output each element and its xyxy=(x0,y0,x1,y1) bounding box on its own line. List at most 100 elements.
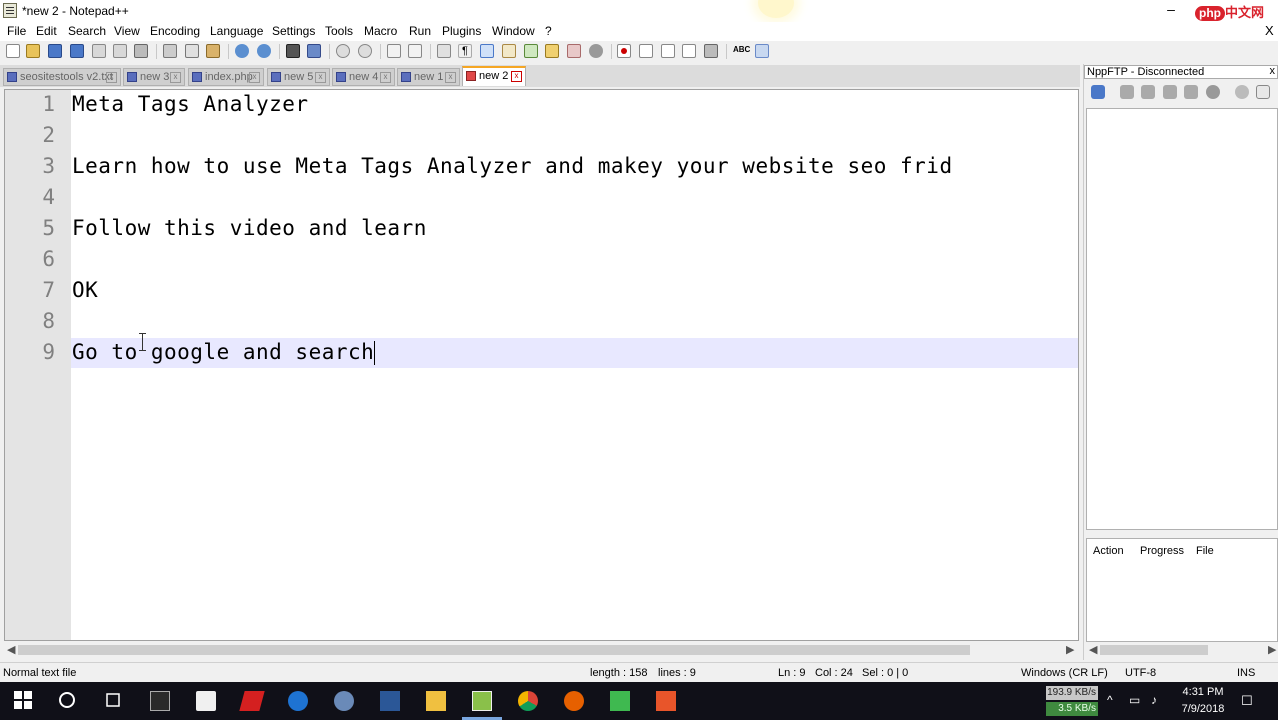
ftp-file-tree[interactable] xyxy=(1086,108,1278,530)
menu-search[interactable]: Search xyxy=(68,24,106,38)
editor-line[interactable]: Meta Tags Analyzer xyxy=(72,92,309,116)
scroll-left-icon[interactable]: ◀ xyxy=(1089,643,1097,656)
scroll-left-icon[interactable]: ◀ xyxy=(7,643,15,656)
record-status-icon[interactable] xyxy=(589,44,603,58)
queue-col-action[interactable]: Action xyxy=(1093,545,1124,557)
ftp-upload-folder-icon[interactable] xyxy=(1163,85,1177,99)
sync-h-icon[interactable] xyxy=(408,44,422,58)
ftp-upload-icon[interactable] xyxy=(1141,85,1155,99)
tab-close-icon[interactable]: x xyxy=(170,72,181,83)
menu-language[interactable]: Language xyxy=(210,24,263,38)
record-macro-icon[interactable] xyxy=(617,44,631,58)
edge-icon[interactable] xyxy=(288,691,308,711)
tab-close-icon[interactable]: x xyxy=(315,72,326,83)
indent-guide-icon[interactable] xyxy=(480,44,494,58)
queue-col-progress[interactable]: Progress xyxy=(1140,545,1184,557)
spellcheck-icon[interactable]: ABC xyxy=(733,44,750,58)
notifications-icon[interactable]: ☐ xyxy=(1241,693,1253,709)
tray-expand-icon[interactable]: ^ xyxy=(1107,693,1113,707)
menu-help[interactable]: ? xyxy=(545,24,552,38)
menu-settings[interactable]: Settings xyxy=(272,24,315,38)
ftp-horizontal-scrollbar[interactable]: ◀ ▶ xyxy=(1086,642,1278,658)
tab-new-4[interactable]: new 4 x xyxy=(332,68,395,86)
editor-line-current[interactable]: Go to google and search xyxy=(72,340,374,364)
zoom-in-icon[interactable] xyxy=(336,44,350,58)
save-icon[interactable] xyxy=(48,44,62,58)
menu-file[interactable]: File xyxy=(7,24,26,38)
status-eol[interactable]: Windows (CR LF) xyxy=(1021,667,1108,679)
menu-edit[interactable]: Edit xyxy=(36,24,57,38)
battery-icon[interactable]: ▭ xyxy=(1129,693,1140,707)
notepadpp-icon[interactable] xyxy=(472,691,492,711)
store-icon[interactable] xyxy=(196,691,216,711)
notepadpp-app-icon[interactable] xyxy=(3,3,17,18)
ftp-refresh-icon[interactable] xyxy=(1184,85,1198,99)
word-icon[interactable] xyxy=(380,691,400,711)
app-red-icon[interactable] xyxy=(239,691,265,711)
ftp-panel-close-button[interactable]: x xyxy=(1270,65,1276,77)
menu-run[interactable]: Run xyxy=(409,24,431,38)
save-all-icon[interactable] xyxy=(70,44,84,58)
firefox-icon[interactable] xyxy=(564,691,584,711)
folder-workspace-icon[interactable] xyxy=(545,44,559,58)
minimize-button[interactable]: – xyxy=(1160,0,1182,22)
chrome-icon[interactable] xyxy=(518,691,538,711)
menu-encoding[interactable]: Encoding xyxy=(150,24,200,38)
replace-icon[interactable] xyxy=(307,44,321,58)
tab-close-icon[interactable]: x xyxy=(380,72,391,83)
doc-map-icon[interactable] xyxy=(502,44,516,58)
status-encoding[interactable]: UTF-8 xyxy=(1125,667,1156,679)
show-all-chars-icon[interactable]: ¶ xyxy=(458,44,472,58)
tab-close-icon[interactable]: x xyxy=(445,72,456,83)
windows-start-icon[interactable] xyxy=(14,691,34,711)
copy-icon[interactable] xyxy=(185,44,199,58)
menu-window[interactable]: Window xyxy=(492,24,535,38)
monitor-icon[interactable] xyxy=(567,44,581,58)
cortana-icon[interactable] xyxy=(58,691,78,711)
close-document-button[interactable]: X xyxy=(1265,23,1274,38)
menu-view[interactable]: View xyxy=(114,24,140,38)
zoom-out-icon[interactable] xyxy=(358,44,372,58)
stop-macro-icon[interactable] xyxy=(639,44,653,58)
tab-close-icon[interactable]: x xyxy=(511,71,522,82)
find-icon[interactable] xyxy=(286,44,300,58)
tab-new-3[interactable]: new 3 x xyxy=(123,68,185,86)
camtasia-orange-icon[interactable] xyxy=(656,691,676,711)
queue-col-file[interactable]: File xyxy=(1196,545,1214,557)
new-file-icon[interactable] xyxy=(6,44,20,58)
ftp-queue-list[interactable]: Action Progress File xyxy=(1086,538,1278,642)
ftp-download-icon[interactable] xyxy=(1120,85,1134,99)
ftp-connect-icon[interactable] xyxy=(1091,85,1105,99)
paste-icon[interactable] xyxy=(206,44,220,58)
menu-plugins[interactable]: Plugins xyxy=(442,24,481,38)
volume-icon[interactable]: ♪ xyxy=(1151,693,1157,707)
editor-line[interactable]: Follow this video and learn xyxy=(72,216,427,240)
ftp-abort-icon[interactable] xyxy=(1206,85,1220,99)
camtasia-green-icon[interactable] xyxy=(610,691,630,711)
tab-close-icon[interactable]: x xyxy=(106,72,117,83)
ftp-icon[interactable] xyxy=(755,44,769,58)
menu-macro[interactable]: Macro xyxy=(364,24,397,38)
tab-new-5[interactable]: new 5 x xyxy=(267,68,330,86)
play-macro-icon[interactable] xyxy=(661,44,675,58)
editor-horizontal-scrollbar[interactable]: ◀ ▶ xyxy=(4,642,1079,658)
editor-line[interactable]: Learn how to use Meta Tags Analyzer and … xyxy=(72,154,953,178)
scroll-right-icon[interactable]: ▶ xyxy=(1066,643,1074,656)
open-icon[interactable] xyxy=(26,44,40,58)
ftp-settings-gear-icon[interactable] xyxy=(1235,85,1249,99)
redo-icon[interactable] xyxy=(257,44,271,58)
cut-icon[interactable] xyxy=(163,44,177,58)
tab-new-1[interactable]: new 1 x xyxy=(397,68,460,86)
editor-line[interactable]: OK xyxy=(72,278,98,302)
calculator-icon[interactable] xyxy=(150,691,170,711)
text-editor[interactable]: 1 Meta Tags Analyzer 2 3 Learn how to us… xyxy=(4,89,1079,641)
function-list-icon[interactable] xyxy=(524,44,538,58)
status-insert-mode[interactable]: INS xyxy=(1237,667,1255,679)
clock-time[interactable]: 4:31 PM xyxy=(1178,686,1228,698)
tab-close-icon[interactable]: x xyxy=(249,72,260,83)
task-view-icon[interactable] xyxy=(104,691,124,711)
word-wrap-icon[interactable] xyxy=(437,44,451,58)
tab-seositestools[interactable]: seositestools v2.txt x xyxy=(3,68,121,86)
save-macro-icon[interactable] xyxy=(704,44,718,58)
sync-v-icon[interactable] xyxy=(387,44,401,58)
